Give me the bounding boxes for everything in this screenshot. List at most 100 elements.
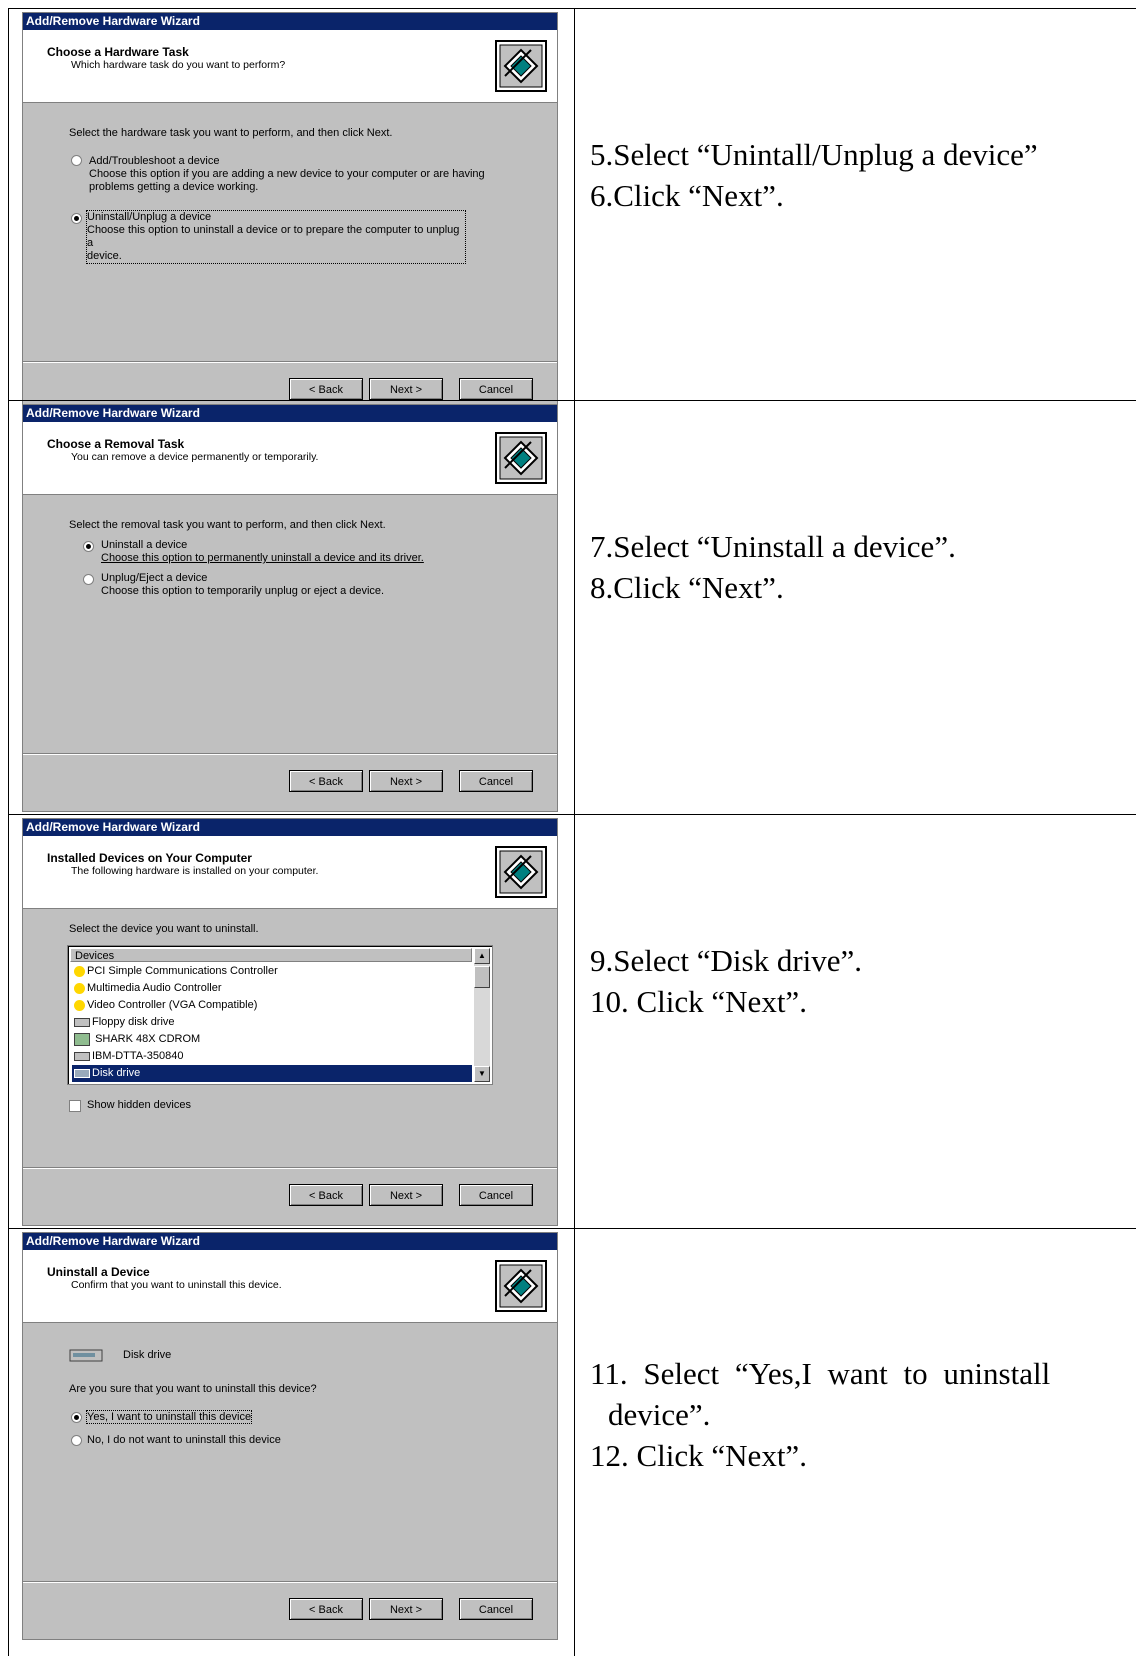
instruction-cell: 9.Select “Disk drive”. 10. Click “Next”. [574, 815, 1136, 1229]
instruction-text: 7.Select “Uninstall a device”. 8.Click “… [590, 526, 956, 608]
device-label: Multimedia Audio Controller [87, 982, 222, 994]
screenshot-cell: Add/Remove Hardware Wizard Installed Dev… [8, 815, 573, 1229]
device-list[interactable]: Devices PCI Simple Communications Contro… [67, 945, 493, 1085]
scroll-down-icon[interactable]: ▼ [474, 1066, 490, 1082]
option-radio-selected[interactable] [71, 1412, 82, 1423]
list-item[interactable]: PCI Simple Communications Controller [74, 963, 278, 980]
wizard-header: Choose a Removal Task You can remove a d… [23, 422, 557, 495]
cdrom-icon [74, 1032, 90, 1046]
back-button[interactable]: < Back [289, 1184, 363, 1206]
back-button[interactable]: < Back [289, 378, 363, 400]
device-label: IBM-DTTA-350840 [92, 1050, 184, 1062]
list-item[interactable]: Video Controller (VGA Compatible) [74, 997, 257, 1014]
option-radio-selected[interactable] [71, 213, 82, 224]
wizard-footer: < Back Next > Cancel [23, 1167, 557, 1226]
next-button[interactable]: Next > [369, 1598, 443, 1620]
instruction-line: 12. Click “Next”. [590, 1438, 807, 1473]
instruction-line: 7.Select “Uninstall a device”. [590, 529, 956, 564]
list-column-header[interactable]: Devices [70, 948, 472, 962]
wizard-dialog: Add/Remove Hardware Wizard Choose a Remo… [22, 404, 558, 812]
screenshot-cell: Add/Remove Hardware Wizard Choose a Remo… [8, 401, 573, 815]
instruction-cell: 11. Select “Yes,I want to uninstall devi… [574, 1229, 1136, 1643]
show-hidden-checkbox[interactable] [69, 1100, 81, 1112]
page-subtitle: The following hardware is installed on y… [71, 865, 319, 877]
instruction-text: 11. Select “Yes,I want to uninstall devi… [590, 1353, 1128, 1476]
page-subtitle: Confirm that you want to uninstall this … [71, 1279, 282, 1291]
option-radio[interactable] [83, 574, 94, 585]
hardware-wizard-icon [495, 40, 547, 92]
cancel-button[interactable]: Cancel [459, 378, 533, 400]
next-button[interactable]: Next > [369, 378, 443, 400]
option-label[interactable]: Add/Troubleshoot a device [89, 155, 219, 167]
instruction-text: 5.Select “Unintall/Unplug a device” 6.Cl… [590, 134, 1038, 216]
device-label: Video Controller (VGA Compatible) [87, 999, 258, 1011]
option-radio-selected[interactable] [83, 541, 94, 552]
list-item[interactable]: Multimedia Audio Controller [74, 980, 222, 997]
prompt-text: Select the hardware task you want to per… [69, 127, 393, 139]
option-desc-line: Choose this option to temporarily unplug… [101, 585, 385, 597]
option-label[interactable]: No, I do not want to uninstall this devi… [87, 1434, 281, 1446]
window-title: Add/Remove Hardware Wizard [23, 405, 557, 422]
table-row: Add/Remove Hardware Wizard Installed Dev… [8, 814, 1136, 1229]
list-item-selected[interactable]: Disk drive [72, 1065, 472, 1082]
page-subtitle: Which hardware task do you want to perfo… [71, 59, 286, 71]
window-title: Add/Remove Hardware Wizard [23, 13, 557, 30]
list-item[interactable]: Floppy disk drive [74, 1014, 175, 1031]
option-label: Uninstall/Unplug a device [87, 211, 212, 223]
hardware-wizard-icon [495, 432, 547, 484]
show-hidden-label[interactable]: Show hidden devices [87, 1099, 191, 1111]
option-selected-block[interactable]: Uninstall/Unplug a device Choose this op… [86, 210, 466, 264]
instruction-line: device”. [608, 1397, 711, 1432]
option-desc-line: problems getting a device working. [89, 181, 259, 193]
instruction-line: 11. Select “Yes,I want to uninstall [590, 1356, 1051, 1391]
wizard-body: Select the hardware task you want to per… [23, 103, 557, 353]
hardware-wizard-icon [495, 846, 547, 898]
page-title: Installed Devices on Your Computer [47, 851, 252, 865]
option-desc-line: device. [87, 250, 122, 262]
instruction-cell: 5.Select “Unintall/Unplug a device” 6.Cl… [574, 9, 1136, 423]
floppy-drive-icon [74, 1017, 90, 1027]
instruction-text: 9.Select “Disk drive”. 10. Click “Next”. [590, 940, 862, 1022]
window-title: Add/Remove Hardware Wizard [23, 819, 557, 836]
option-radio[interactable] [71, 155, 82, 166]
cancel-button[interactable]: Cancel [459, 1184, 533, 1206]
hardware-wizard-icon [495, 1260, 547, 1312]
wizard-header: Uninstall a Device Confirm that you want… [23, 1250, 557, 1323]
cancel-button[interactable]: Cancel [459, 1598, 533, 1620]
cancel-button[interactable]: Cancel [459, 770, 533, 792]
scroll-thumb[interactable] [474, 966, 490, 988]
unknown-device-icon [74, 982, 85, 994]
option-label: Uninstall a device [101, 539, 188, 551]
list-item[interactable]: IBM-DTTA-350840 [74, 1048, 184, 1065]
option-selected-block[interactable]: Uninstall a device Choose this option to… [101, 539, 424, 565]
disk-drive-icon [69, 1349, 103, 1362]
instruction-line: 8.Click “Next”. [590, 570, 784, 605]
wizard-dialog: Add/Remove Hardware Wizard Uninstall a D… [22, 1232, 558, 1640]
screenshot-cell: Add/Remove Hardware Wizard Uninstall a D… [8, 1229, 573, 1643]
wizard-dialog: Add/Remove Hardware Wizard Installed Dev… [22, 818, 558, 1226]
page-subtitle: You can remove a device permanently or t… [71, 451, 319, 463]
option-label[interactable]: Yes, I want to uninstall this device [85, 1410, 253, 1424]
screenshot-cell: Add/Remove Hardware Wizard Choose a Hard… [8, 9, 573, 423]
table-row: Add/Remove Hardware Wizard Choose a Remo… [8, 400, 1136, 815]
next-button[interactable]: Next > [369, 770, 443, 792]
back-button[interactable]: < Back [289, 1598, 363, 1620]
table-row: Add/Remove Hardware Wizard Uninstall a D… [8, 1228, 1136, 1643]
back-button[interactable]: < Back [289, 770, 363, 792]
unknown-device-icon [74, 999, 85, 1011]
list-item[interactable]: SHARK 48X CDROM [74, 1031, 200, 1048]
page-title: Uninstall a Device [47, 1265, 150, 1279]
device-label: Disk drive [92, 1067, 141, 1079]
list-scrollbar[interactable]: ▲ ▼ [474, 948, 490, 1082]
disk-drive-icon [74, 1068, 90, 1078]
page-title: Choose a Removal Task [47, 437, 185, 451]
option-desc-line: Choose this option to uninstall a device… [87, 224, 460, 249]
next-button[interactable]: Next > [369, 1184, 443, 1206]
instruction-cell: 7.Select “Uninstall a device”. 8.Click “… [574, 401, 1136, 815]
option-desc-line: Choose this option if you are adding a n… [89, 168, 485, 180]
wizard-dialog: Add/Remove Hardware Wizard Choose a Hard… [22, 12, 558, 420]
scroll-up-icon[interactable]: ▲ [474, 948, 490, 964]
option-block[interactable]: Unplug/Eject a device Choose this option… [101, 572, 384, 598]
instruction-line: 9.Select “Disk drive”. [590, 943, 863, 978]
option-radio[interactable] [71, 1435, 82, 1446]
